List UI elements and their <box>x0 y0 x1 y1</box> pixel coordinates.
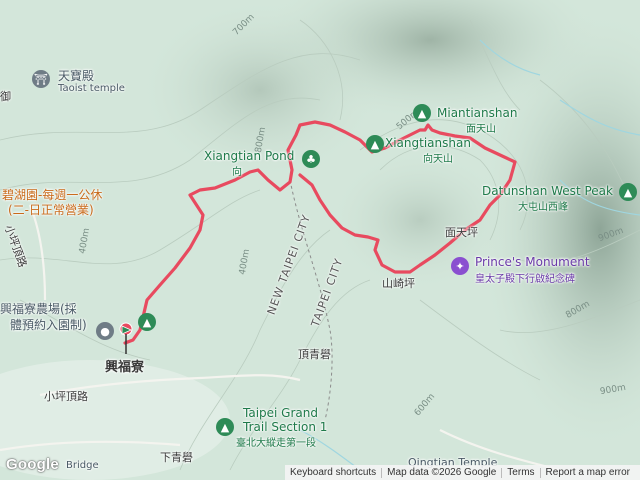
poi-bridge: Bridge <box>66 460 99 471</box>
temple-icon[interactable]: ⛩ <box>32 70 50 88</box>
keyboard-shortcuts-link[interactable]: Keyboard shortcuts <box>285 467 381 478</box>
poi-biyu-line2: (二-日正常營業) <box>8 203 94 217</box>
poi-farm-line1[interactable]: 興福寮農場(採 <box>0 300 77 317</box>
poi-prince-zh: 皇太子殿下行啟紀念碑 <box>475 274 575 285</box>
place-xiaqing: 下青礐 <box>160 451 193 464</box>
place-shanyu: 山崎坪 <box>382 277 415 290</box>
mountain-icon[interactable]: ▲ <box>366 135 384 153</box>
place-xingfuliao: 興福寮 <box>105 360 145 375</box>
place-miantianping: 面天坪 <box>445 226 478 239</box>
poi-tianbao-en: Taoist temple <box>58 83 125 94</box>
mountain-icon[interactable]: ▲ <box>619 183 637 201</box>
poi-xiangtian-pond-zh: 向 <box>232 167 242 178</box>
poi-miantianshan-en[interactable]: Miantianshan <box>437 106 517 120</box>
poi-xiangtian-pond-en[interactable]: Xiangtian Pond <box>204 149 294 163</box>
report-map-error-link[interactable]: Report a map error <box>541 467 635 478</box>
trailhead-icon[interactable]: ▲ <box>138 313 156 331</box>
map-footer: Keyboard shortcuts Map data ©2026 Google… <box>285 465 640 480</box>
map-data-attribution: Map data ©2026 Google <box>387 467 497 478</box>
poi-datun-west-en[interactable]: Datunshan West Peak <box>482 184 613 198</box>
mountain-icon[interactable]: ▲ <box>413 104 431 122</box>
poi-farm-line2: 體預約入園制) <box>10 318 87 332</box>
poi-miantianshan-zh: 面天山 <box>466 124 496 135</box>
google-logo: Google <box>6 456 59 473</box>
monument-icon[interactable]: ✦ <box>451 257 469 275</box>
place-icon[interactable]: ● <box>96 322 114 340</box>
poi-trail-en2: Trail Section 1 <box>243 420 328 434</box>
poi-prince-en[interactable]: Prince's Monument <box>475 255 590 269</box>
left-edge-label: 御 <box>0 90 11 103</box>
poi-xiangtianshan-zh: 向天山 <box>423 154 453 165</box>
place-dingqing: 頂青礐 <box>298 348 331 361</box>
trail-icon[interactable]: ▲ <box>216 418 234 436</box>
tree-icon[interactable]: ♣ <box>302 150 320 168</box>
poi-tianbao-zh[interactable]: 天寶殿 <box>58 67 94 84</box>
terms-link[interactable]: Terms <box>502 467 539 478</box>
map-canvas[interactable] <box>0 0 640 480</box>
poi-trail-en1[interactable]: Taipei Grand <box>243 406 318 420</box>
poi-trail-zh: 臺北大縱走第一段 <box>236 438 316 449</box>
poi-xiangtianshan-en[interactable]: Xiangtianshan <box>385 136 471 150</box>
road-xiaoping-bottom: 小坪頂路 <box>44 390 88 403</box>
poi-datun-west-zh: 大屯山西峰 <box>518 202 568 213</box>
